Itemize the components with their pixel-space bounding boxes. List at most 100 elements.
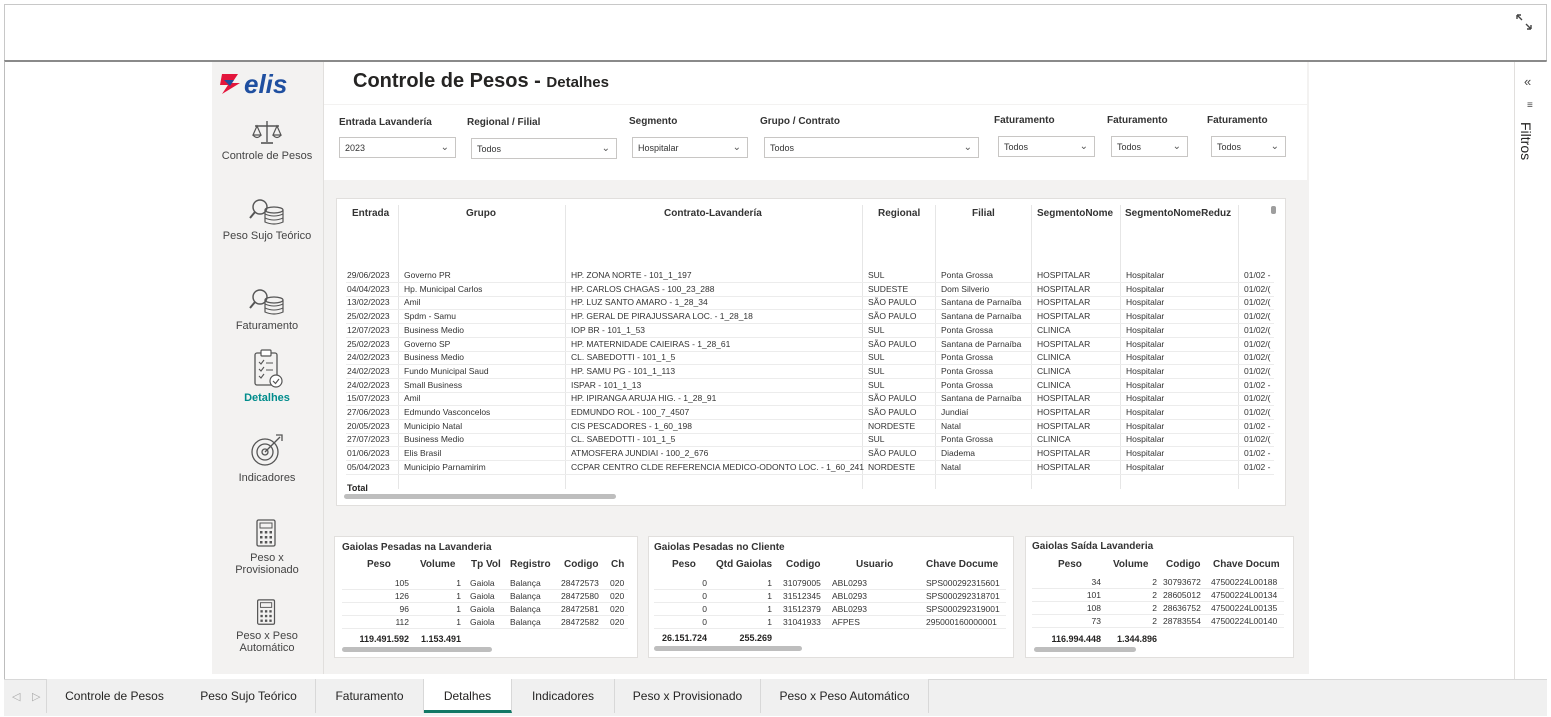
table-cell: Governo PR [404, 270, 451, 280]
table-cell: 01/02 - [1244, 448, 1271, 459]
column-header[interactable]: Grupo [466, 208, 496, 219]
table-cell: Hospitalar [1126, 393, 1165, 404]
table-row[interactable]: 12/07/2023 Business Medio IOP BR - 101_1_5… [346, 324, 1274, 338]
table-row[interactable]: 13/02/2023 Amil HP. LUZ SANTO AMARO - 1_28… [346, 296, 1274, 311]
table-row[interactable]: 15/07/2023 Amil HP. IPIRANGA ARUJA HIG. - … [346, 392, 1274, 407]
vertical-scrollbar[interactable] [1271, 206, 1276, 214]
tab-faturamento[interactable]: Faturamento [316, 679, 424, 713]
column-header[interactable]: Contrato-Lavandería [664, 208, 762, 219]
table-row[interactable]: 27/06/2023 Edmundo Vasconcelos EDMUNDO ROL… [346, 406, 1274, 420]
column-header[interactable]: Codigo [564, 559, 598, 570]
filter-dropdown-segmento[interactable]: Hospitalar ⌄ [632, 137, 748, 158]
filter-dropdown-grupo[interactable]: Todos ⌄ [764, 137, 979, 158]
table-cell: ABL0293 [832, 604, 867, 614]
table-row[interactable]: 24/02/2023 Small Business ISPAR - 101_1_13… [346, 379, 1274, 393]
horizontal-scrollbar[interactable] [1034, 647, 1136, 652]
column-header[interactable]: SegmentoNome [1037, 208, 1113, 219]
table-cell: 101 [1086, 590, 1101, 600]
column-header[interactable]: Peso [672, 559, 696, 570]
column-header[interactable]: Entrada [352, 208, 389, 219]
tab-indicadores[interactable]: Indicadores [512, 679, 615, 713]
nav-peso-x-provisionado[interactable]: Peso x Provisionado [212, 518, 322, 576]
column-header[interactable]: Codigo [786, 559, 820, 570]
table-row[interactable]: 05/04/2023 Municipio Parnamirim CCPAR CENT… [346, 461, 1274, 475]
column-header[interactable]: Chave Docum [1213, 559, 1280, 570]
column-header[interactable]: Registro [510, 559, 551, 570]
scale-icon [252, 121, 282, 144]
table-row[interactable]: 25/02/2023 Governo SP HP. MATERNIDADE CAIE… [346, 338, 1274, 352]
filters-pane-label[interactable]: Filtros [1518, 122, 1534, 160]
table-cell: 27/07/2023 [347, 434, 390, 445]
column-header[interactable]: Peso [367, 559, 391, 570]
table-row[interactable]: 24/02/2023 Business Medio CL. SABEDOTTI - … [346, 351, 1274, 366]
table-cell: 28472582 [561, 617, 599, 627]
table-cell: Diadema [941, 448, 976, 459]
table-cell: 96 [399, 604, 409, 614]
nav-peso-x-peso-automatico[interactable]: Peso x Peso Automático [212, 598, 322, 654]
nav-peso-sujo-teorico[interactable]: Peso Sujo Teórico [212, 196, 322, 242]
column-header[interactable]: Regional [878, 208, 920, 219]
table-cell: NORDESTE [868, 420, 916, 431]
horizontal-scrollbar[interactable] [344, 494, 616, 499]
nav-faturamento[interactable]: Faturamento [212, 286, 322, 332]
column-header[interactable]: Codigo [1166, 559, 1200, 570]
table-cell: 01/02/( [1244, 352, 1271, 363]
coins-search-icon [249, 199, 284, 225]
calculator-icon [257, 599, 276, 625]
table-cell: 126 [394, 591, 409, 601]
nav-controle-de-pesos[interactable]: Controle de Pesos [212, 118, 322, 162]
column-header[interactable]: Chave Docume [926, 559, 998, 570]
table-row[interactable]: 20/05/2023 Municipio Natal CIS PESCADORES … [346, 420, 1274, 434]
logo-text: elis [244, 69, 287, 99]
table-cell: 04/04/2023 [347, 283, 390, 294]
horizontal-scrollbar[interactable] [654, 646, 802, 651]
table-cell: SÃO PAULO [868, 393, 917, 404]
column-header[interactable]: Volume [1113, 559, 1148, 570]
filter-label-entrada: Entrada Lavandería [339, 117, 432, 128]
horizontal-scrollbar[interactable] [342, 647, 492, 652]
tab-next-icon[interactable]: ▷ [32, 690, 40, 703]
nav-detalhes[interactable]: Detalhes [212, 348, 322, 404]
filter-dropdown-regional[interactable]: Todos ⌄ [471, 138, 617, 159]
tab-peso-x-provisionado[interactable]: Peso x Provisionado [615, 679, 761, 713]
table-cell: 28636752 [1163, 603, 1201, 613]
column-header[interactable]: Usuario [856, 559, 893, 570]
collapse-pane-icon[interactable]: « [1524, 74, 1531, 89]
table-cell: 108 [1086, 603, 1101, 613]
filter-dropdown-entrada[interactable]: 2023 ⌄ [339, 137, 456, 158]
column-header[interactable]: SegmentoNomeReduz [1125, 208, 1231, 219]
column-header[interactable]: Qtd Gaiolas [716, 559, 772, 570]
table-row[interactable]: 04/04/2023 Hp. Municipal Carlos HP. CARLOS… [346, 283, 1274, 297]
table-row[interactable]: 25/02/2023 Spdm - Samu HP. GERAL DE PIRAJU… [346, 310, 1274, 325]
column-header[interactable]: Peso [1058, 559, 1082, 570]
tab-peso-x-peso-automatico[interactable]: Peso x Peso Automático [761, 679, 929, 713]
tab-peso-sujo-teorico[interactable]: Peso Sujo Teórico [182, 679, 316, 713]
table-cell: HP. CARLOS CHAGAS - 100_23_288 [571, 283, 715, 294]
target-icon [251, 434, 283, 466]
table-row[interactable]: 01/06/2023 Elis Brasil ATMOSFERA JUNDIAI -… [346, 447, 1274, 462]
tab-detalhes[interactable]: Detalhes [424, 679, 512, 713]
table-row[interactable]: 27/07/2023 Business Medio CL. SABEDOTTI - … [346, 433, 1274, 448]
nav-indicadores[interactable]: Indicadores [212, 430, 322, 484]
filter-dropdown-faturamento-2[interactable]: Todos ⌄ [1111, 136, 1188, 157]
column-header[interactable]: Volume [420, 559, 455, 570]
tab-prev-icon[interactable]: ◁ [12, 690, 20, 703]
table-cell: AFPES [832, 617, 860, 627]
column-header[interactable]: Tp Vol [471, 559, 501, 570]
filter-dropdown-faturamento-3[interactable]: Todos ⌄ [1211, 136, 1286, 157]
table-row[interactable]: 29/06/2023 Governo PR HP. ZONA NORTE - 101… [346, 269, 1274, 283]
tab-controle-de-pesos[interactable]: Controle de Pesos [46, 679, 183, 713]
table-cell: Gaiola [470, 604, 495, 614]
row-divider [1032, 601, 1284, 602]
card-title: Gaiolas Saída Lavanderia [1032, 541, 1154, 552]
table-cell: 24/02/2023 [347, 352, 390, 363]
filter-dropdown-faturamento-1[interactable]: Todos ⌄ [998, 136, 1095, 157]
table-row[interactable]: 24/02/2023 Fundo Municipal Saud HP. SAMU P… [346, 365, 1274, 379]
column-header[interactable]: Filial [972, 208, 995, 219]
table-cell: 28472573 [561, 578, 599, 588]
column-header[interactable]: Ch [611, 559, 624, 570]
table-cell: 25/02/2023 [347, 338, 390, 349]
table-cell: SUL [868, 434, 885, 445]
expand-icon[interactable] [1514, 12, 1538, 36]
table-cell: 2 [1152, 616, 1157, 626]
